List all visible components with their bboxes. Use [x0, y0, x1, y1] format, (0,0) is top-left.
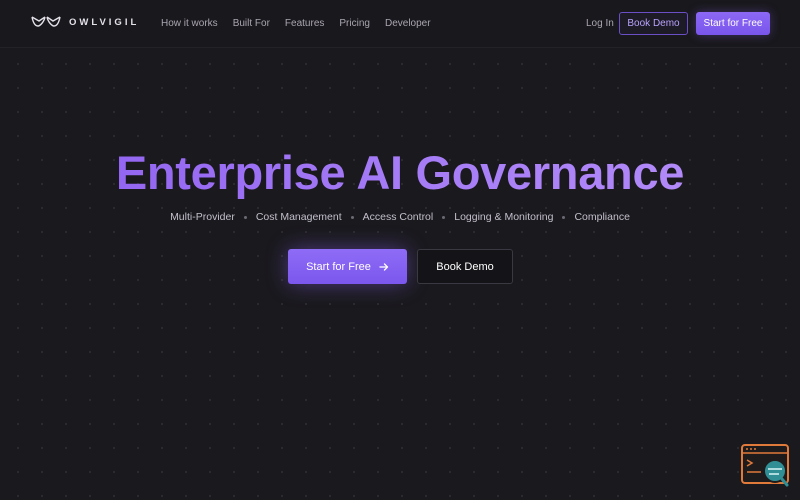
start-free-label: Start for Free: [306, 260, 371, 273]
brand-logo[interactable]: OWLVIGIL: [31, 15, 139, 29]
feature-item: Logging & Monitoring: [454, 211, 554, 223]
chat-support-icon: [741, 444, 789, 487]
feature-item: Access Control: [362, 211, 434, 223]
start-free-button-hero[interactable]: Start for Free: [288, 249, 407, 284]
separator-dot: [243, 215, 247, 219]
nav-link-developer[interactable]: Developer: [385, 18, 431, 29]
login-link[interactable]: Log In: [586, 18, 614, 29]
nav-link-pricing[interactable]: Pricing: [339, 18, 370, 29]
hero-title: Enterprise AI Governance: [0, 145, 800, 200]
book-demo-button-hero[interactable]: Book Demo: [417, 249, 513, 284]
separator-dot: [350, 215, 354, 219]
top-navbar: OWLVIGIL How it works Built For Features…: [0, 0, 800, 48]
nav-link-how-it-works[interactable]: How it works: [161, 18, 218, 29]
separator-dot: [442, 215, 446, 219]
chat-support-widget[interactable]: [741, 444, 791, 488]
owl-eyes-icon: [31, 16, 61, 27]
nav-link-built-for[interactable]: Built For: [233, 18, 270, 29]
separator-dot: [562, 215, 566, 219]
book-demo-button-nav[interactable]: Book Demo: [619, 12, 688, 35]
feature-item: Multi-Provider: [170, 211, 235, 223]
feature-list: Multi-Provider Cost Management Access Co…: [0, 211, 800, 223]
feature-item: Compliance: [574, 211, 630, 223]
brand-name: OWLVIGIL: [69, 16, 140, 28]
nav-links: How it works Built For Features Pricing …: [161, 18, 431, 29]
arrow-right-icon: [379, 262, 389, 271]
start-free-button-nav[interactable]: Start for Free: [696, 12, 770, 35]
feature-item: Cost Management: [255, 211, 342, 223]
nav-link-features[interactable]: Features: [285, 18, 324, 29]
